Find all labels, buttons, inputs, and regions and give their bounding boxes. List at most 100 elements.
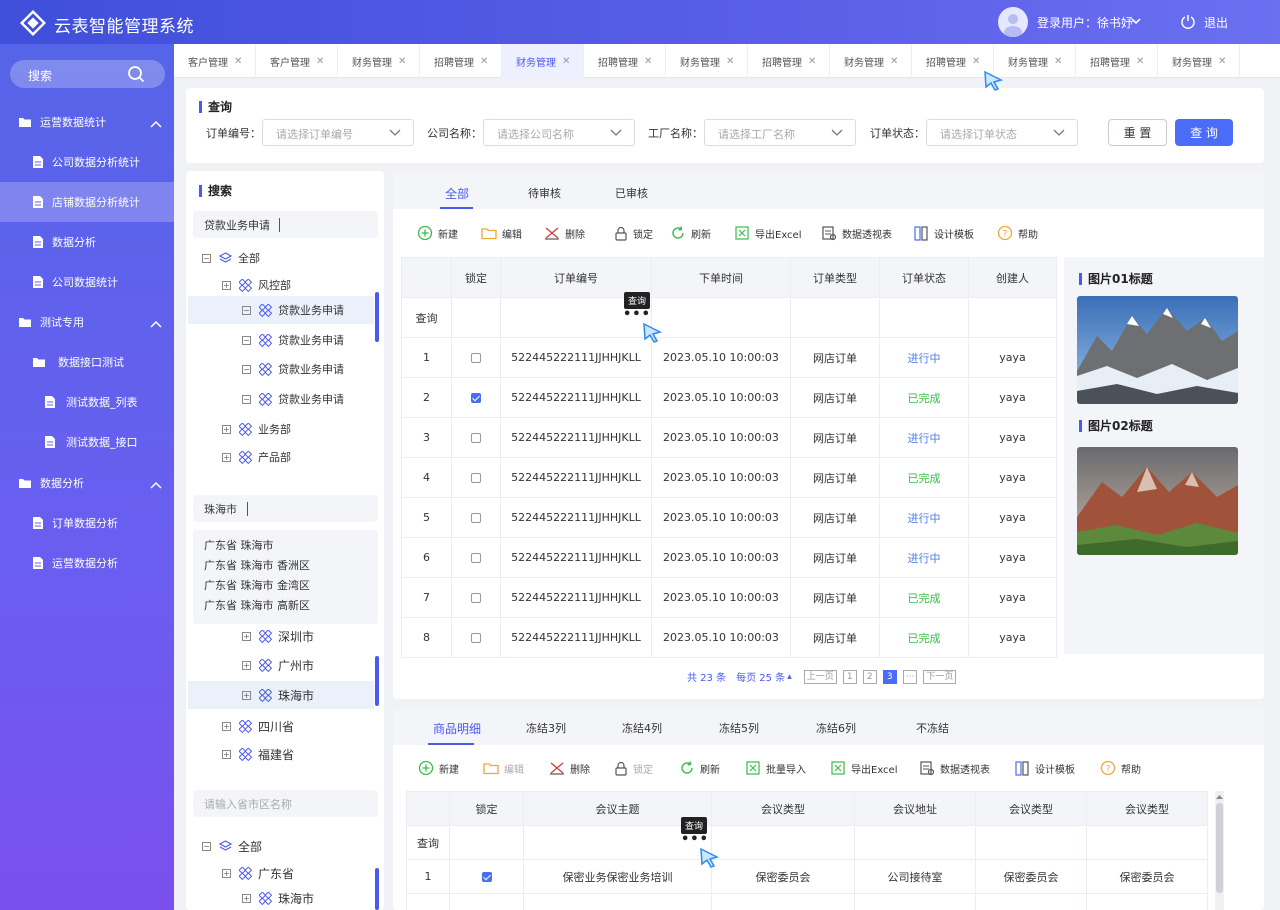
subtab-2[interactable]: 已审核 (615, 185, 648, 201)
sidebar-item[interactable]: 数据接口测试 (0, 342, 174, 382)
collapse-icon[interactable]: − (202, 253, 211, 263)
toolbar-4[interactable]: 刷新 (670, 223, 711, 243)
table-row[interactable]: 5 5224452221​11JJHHJKLL 2023.05.10 10:00:0… (401, 497, 1057, 538)
sidebar-item[interactable]: 运营数据分析 (0, 543, 174, 583)
sidebar-item[interactable]: 测试数据_接口 (0, 422, 174, 462)
close-icon[interactable]: ✕ (726, 56, 734, 67)
logout-button[interactable]: 退出 (1204, 14, 1228, 31)
row-checkbox[interactable] (471, 553, 481, 563)
toolbar-3[interactable]: 锁定 (614, 758, 653, 778)
close-icon[interactable]: ✕ (480, 56, 488, 67)
orders-col-header[interactable]: 下单时间 (651, 257, 791, 298)
toolbar-3[interactable]: 锁定 (614, 223, 653, 243)
subtab-1[interactable]: 冻结3列 (526, 720, 566, 736)
details-query-cell[interactable] (449, 825, 524, 860)
tree-node[interactable]: + 业务部 (186, 415, 366, 443)
subtab-5[interactable]: 不冻结 (916, 720, 949, 736)
row-checkbox[interactable] (471, 433, 481, 443)
row-checkbox[interactable] (471, 473, 481, 483)
details-query-cell[interactable] (975, 825, 1087, 860)
tree-node[interactable]: − 贷款业务申请 (188, 296, 374, 324)
orders-col-header[interactable]: 锁定 (451, 257, 501, 298)
table-row[interactable]: 7 5224452221​11JJHHJKLL 2023.05.10 10:00:0… (401, 577, 1057, 618)
close-icon[interactable]: ✕ (234, 56, 242, 67)
tab-12[interactable]: 财务管理 ✕ (1158, 44, 1240, 78)
tab-7[interactable]: 招聘管理 ✕ (748, 44, 830, 78)
expand-icon[interactable]: + (222, 749, 231, 759)
toolbar-2[interactable]: 删除 (549, 758, 590, 778)
query-cell[interactable] (790, 297, 880, 338)
tab-5[interactable]: 招聘管理 ✕ (584, 44, 666, 78)
tree-node[interactable]: + 珠海市 (186, 884, 366, 910)
tree-node[interactable]: + 珠海市 (188, 681, 374, 709)
details-col-header[interactable]: 锁定 (449, 791, 524, 826)
tab-6[interactable]: 财务管理 ✕ (666, 44, 748, 78)
query-field-select[interactable]: 请选择工厂名称 (704, 119, 856, 146)
subtab-2[interactable]: 冻结4列 (622, 720, 662, 736)
toolbar-9[interactable]: ? 帮助 (1100, 758, 1141, 778)
sidebar-item[interactable]: 数据分析 (0, 463, 174, 503)
tree-node[interactable]: + 四川省 (186, 712, 366, 740)
subtab-4[interactable]: 冻结6列 (816, 720, 856, 736)
query-cell[interactable] (651, 297, 791, 338)
tab-8[interactable]: 财务管理 ✕ (830, 44, 912, 78)
expand-icon[interactable]: + (242, 660, 251, 670)
chevron-wrap[interactable] (150, 318, 162, 331)
user-avatar[interactable] (998, 7, 1028, 37)
expand-icon[interactable]: + (222, 721, 231, 731)
toolbar-5[interactable]: 批量导入 (746, 758, 806, 778)
tab-10[interactable]: 财务管理 ✕ (994, 44, 1076, 78)
close-icon[interactable]: ✕ (1054, 56, 1062, 67)
query-cell[interactable] (879, 297, 969, 338)
region-item[interactable]: 广东省 珠海市 (204, 536, 310, 556)
pager-next[interactable]: 下一页 (923, 669, 957, 684)
toolbar-7[interactable]: 设计模板 (914, 223, 974, 243)
tab-11[interactable]: 招聘管理 ✕ (1076, 44, 1158, 78)
tab-9[interactable]: 招聘管理 ✕ (912, 44, 994, 78)
toolbar-8[interactable]: ? 帮助 (997, 223, 1038, 243)
province-scrollbar[interactable] (375, 868, 379, 910)
toolbar-1[interactable]: 编辑 (483, 758, 524, 778)
collapse-icon[interactable]: − (242, 364, 251, 374)
sidebar-item[interactable]: 店铺数据分析统计 (0, 182, 174, 222)
pager-page[interactable]: ··· (902, 669, 918, 684)
close-icon[interactable]: ✕ (808, 56, 816, 67)
toolbar-2[interactable]: 删除 (544, 223, 585, 243)
expand-icon[interactable]: + (222, 868, 231, 878)
orders-col-header[interactable]: 创建人 (968, 257, 1057, 298)
tree-node[interactable]: − 贷款业务申请 (186, 385, 366, 413)
details-scrollbar[interactable] (1215, 791, 1224, 910)
details-col-header[interactable]: 会议类型 (711, 791, 855, 826)
details-col-header[interactable]: 会议地址 (854, 791, 976, 826)
province-search-input[interactable]: 请输入省市区名称 (193, 790, 378, 817)
region-scrollbar[interactable] (375, 656, 379, 706)
table-row-partial[interactable] (406, 893, 1208, 910)
toolbar-8[interactable]: 设计模板 (1015, 758, 1075, 778)
orders-col-header[interactable]: 订单状态 (879, 257, 969, 298)
scroll-up-icon[interactable] (1215, 793, 1224, 801)
expand-icon[interactable]: + (242, 690, 251, 700)
close-icon[interactable]: ✕ (562, 56, 570, 67)
region-item[interactable]: 广东省 珠海市 香洲区 (204, 556, 310, 576)
sidebar-search[interactable]: 搜索 (10, 60, 165, 88)
toolbar-0[interactable]: 新建 (417, 223, 458, 243)
chevron-wrap[interactable] (150, 479, 162, 492)
query-button[interactable]: 查 询 (1175, 119, 1233, 146)
query-cell[interactable] (968, 297, 1057, 338)
pager-page[interactable]: 3 (882, 669, 897, 684)
close-icon[interactable]: ✕ (316, 56, 324, 67)
collapse-icon[interactable]: − (242, 305, 251, 315)
query-cell[interactable] (451, 297, 501, 338)
table-row[interactable]: 1 保密业务保密业务培训 保密委员会 公司接待室 保密委员会 保密委员会 (406, 859, 1208, 894)
table-row[interactable]: 1 5224452221​11JJHHJKLL 2023.05.10 10:00:0… (401, 337, 1057, 378)
region-item[interactable]: 广东省 珠海市 金湾区 (204, 576, 310, 596)
expand-icon[interactable]: + (222, 452, 231, 462)
row-checkbox[interactable] (471, 513, 481, 523)
tab-2[interactable]: 财务管理 ✕ (338, 44, 420, 78)
expand-icon[interactable]: + (222, 424, 231, 434)
chevron-up-icon[interactable] (150, 481, 162, 489)
sidebar-item[interactable]: 测试数据_列表 (0, 382, 174, 422)
subtab-0[interactable]: 全部 (445, 185, 469, 202)
collapse-icon[interactable]: − (242, 335, 251, 345)
details-col-header[interactable]: 会议类型 (1086, 791, 1208, 826)
